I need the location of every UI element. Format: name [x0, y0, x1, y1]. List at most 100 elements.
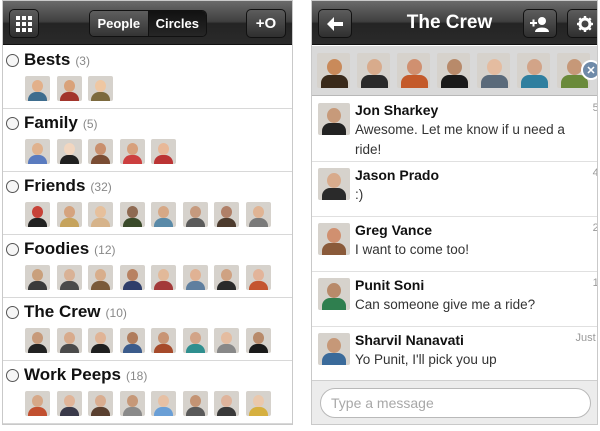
circle-select-radio[interactable]: [6, 116, 19, 130]
member-avatar[interactable]: [182, 328, 208, 353]
member-avatar[interactable]: [182, 391, 208, 416]
sender-avatar[interactable]: [318, 223, 350, 255]
circle-row[interactable]: Work Peeps (18): [3, 361, 292, 424]
member-avatar[interactable]: [25, 202, 50, 227]
member-avatar[interactable]: [56, 265, 82, 290]
circle-name: The Crew: [24, 302, 101, 321]
circle-row[interactable]: Bests (3): [3, 46, 292, 109]
member-avatar[interactable]: [56, 202, 82, 227]
message-item[interactable]: Jon Sharkey 5 m Awesome. Let me know if u …: [312, 97, 597, 162]
message-item[interactable]: Jason Prado 4 m:): [312, 162, 597, 217]
circle-member-avatars: [6, 391, 292, 416]
circle-member-avatars: [6, 265, 292, 290]
sender-avatar[interactable]: [318, 278, 350, 310]
member-avatar[interactable]: [25, 391, 50, 416]
sender-avatar[interactable]: [318, 333, 350, 365]
member-avatar[interactable]: [245, 391, 271, 416]
message-item[interactable]: Greg Vance 2 m I want to come too!: [312, 217, 597, 272]
tab-circles[interactable]: Circles: [147, 11, 206, 36]
circle-header: Foodies (12): [6, 238, 292, 260]
message-item[interactable]: Sharvil Nanavati Just no Yo Punit, I'll pi…: [312, 327, 597, 382]
circle-select-radio[interactable]: [6, 305, 19, 319]
circle-row[interactable]: Family (5): [3, 109, 292, 172]
member-avatar[interactable]: [477, 53, 510, 88]
circle-member-count: (10): [105, 306, 127, 320]
add-person-icon: [530, 16, 549, 32]
member-avatar[interactable]: [25, 328, 50, 353]
message-item[interactable]: Punit Soni 1 m Can someone give me a ride?: [312, 272, 597, 327]
circle-row[interactable]: Foodies (12): [3, 235, 292, 298]
close-icon[interactable]: ✕: [581, 60, 597, 80]
member-avatar[interactable]: [517, 53, 550, 88]
member-avatar[interactable]: [214, 328, 239, 353]
circle-member-count: (3): [75, 54, 90, 68]
member-avatar[interactable]: [119, 202, 145, 227]
circle-row[interactable]: The Crew (10): [3, 298, 292, 361]
crew-chat-screen: The Crew ✕ Jon Sharkey 5 m Awesome. Let me…: [311, 0, 598, 425]
sender-name: Punit Soni: [355, 277, 425, 293]
member-avatar[interactable]: [151, 328, 176, 353]
message-text: Can someone give me a ride?: [355, 297, 536, 312]
member-avatar[interactable]: [151, 139, 176, 164]
member-avatar[interactable]: [182, 202, 208, 227]
member-avatar[interactable]: [88, 76, 113, 101]
message-time: 1 m: [593, 277, 597, 289]
member-avatar[interactable]: [119, 265, 145, 290]
circle-header: Work Peeps (18): [6, 364, 292, 386]
add-circle-button[interactable]: +O: [246, 9, 286, 38]
message-composer: [312, 380, 597, 424]
member-avatar[interactable]: [56, 391, 82, 416]
member-avatar[interactable]: [88, 202, 113, 227]
member-avatar[interactable]: [151, 202, 176, 227]
circle-name: Foodies: [24, 239, 90, 258]
member-avatar-strip: ✕: [312, 46, 597, 96]
message-input[interactable]: [320, 388, 591, 418]
member-avatar[interactable]: [245, 265, 271, 290]
member-avatar[interactable]: [214, 202, 239, 227]
member-avatar[interactable]: [357, 53, 390, 88]
circle-select-radio[interactable]: [6, 53, 19, 67]
sender-avatar[interactable]: [318, 103, 350, 135]
member-avatar[interactable]: [214, 265, 239, 290]
member-avatar[interactable]: [88, 139, 113, 164]
chat-title: The Crew: [406, 12, 493, 33]
circle-select-radio[interactable]: [6, 242, 19, 256]
message-text: :): [355, 187, 364, 202]
member-avatar[interactable]: [25, 265, 50, 290]
circle-row[interactable]: Friends (32): [3, 172, 292, 235]
member-avatar[interactable]: [119, 139, 145, 164]
circle-select-radio[interactable]: [6, 179, 19, 193]
member-avatar[interactable]: [151, 391, 176, 416]
member-avatar[interactable]: [317, 53, 350, 88]
tab-people[interactable]: People: [90, 11, 148, 36]
member-avatar[interactable]: [437, 53, 470, 88]
back-button[interactable]: [318, 9, 352, 38]
add-person-button[interactable]: [523, 9, 557, 38]
member-avatar[interactable]: [397, 53, 430, 88]
circle-member-count: (18): [126, 369, 148, 383]
sender-name: Jason Prado: [355, 167, 440, 183]
message-time: 2 m: [593, 222, 597, 234]
member-avatar[interactable]: [88, 328, 113, 353]
member-avatar[interactable]: [119, 391, 145, 416]
grid-menu-button[interactable]: [9, 9, 39, 38]
circle-name: Family: [24, 113, 78, 132]
circle-header: Family (5): [6, 112, 292, 134]
member-avatar[interactable]: [151, 265, 176, 290]
circle-select-radio[interactable]: [6, 368, 19, 382]
member-avatar[interactable]: [245, 202, 271, 227]
member-avatar[interactable]: [245, 328, 271, 353]
member-avatar[interactable]: [56, 328, 82, 353]
member-avatar[interactable]: [25, 139, 50, 164]
member-avatar[interactable]: [119, 328, 145, 353]
member-avatar[interactable]: [88, 391, 113, 416]
member-avatar[interactable]: [214, 391, 239, 416]
member-avatar[interactable]: [56, 76, 82, 101]
member-avatar[interactable]: [56, 139, 82, 164]
member-avatar[interactable]: [25, 76, 50, 101]
member-avatar[interactable]: [88, 265, 113, 290]
settings-button[interactable]: [567, 9, 597, 38]
member-avatar[interactable]: [182, 265, 208, 290]
sender-avatar[interactable]: [318, 168, 350, 200]
circle-name: Work Peeps: [24, 365, 122, 384]
